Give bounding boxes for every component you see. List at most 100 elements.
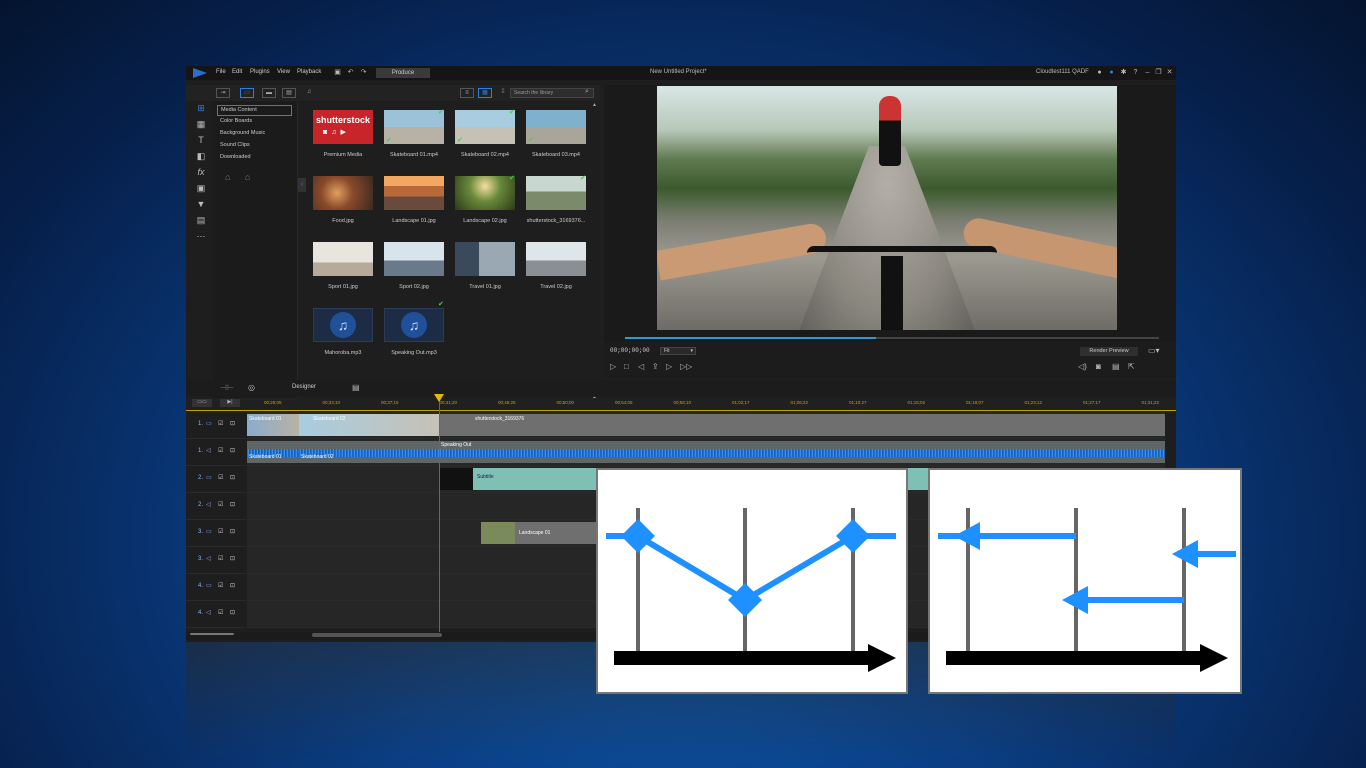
lock-icon[interactable]: ⊡ bbox=[230, 447, 235, 454]
media-room-icon[interactable]: ⊞ bbox=[195, 102, 207, 114]
lock-icon[interactable]: ⊡ bbox=[230, 501, 235, 508]
track-header-video-4[interactable]: 4. ▭ ☑ ⊡ bbox=[186, 574, 246, 601]
timeline-clip[interactable]: Skateboard 01 bbox=[247, 441, 299, 463]
media-thumb-premium[interactable]: shutterstock ◙♫▶ bbox=[313, 110, 373, 144]
storyboard-icon[interactable]: ▤ bbox=[352, 383, 360, 392]
undo-icon[interactable]: ↶ bbox=[346, 68, 355, 77]
checkbox-icon[interactable]: ☑ bbox=[218, 528, 223, 535]
playhead[interactable] bbox=[434, 394, 444, 638]
timeline-clip[interactable]: Skateboard 01 bbox=[247, 414, 299, 436]
account-icon[interactable]: ● bbox=[1095, 68, 1104, 77]
user-name[interactable]: Cloudtest111 QADF bbox=[1036, 69, 1089, 75]
search-input[interactable]: Search the library bbox=[510, 88, 594, 98]
timeline-clip[interactable]: Skateboard 02 bbox=[299, 441, 439, 463]
more-icon[interactable]: ⋯ bbox=[195, 230, 207, 242]
tree-color-boards[interactable]: Color Boards bbox=[217, 117, 290, 126]
fit-select[interactable]: Fit ▾ bbox=[660, 347, 696, 355]
undock-icon[interactable]: ⇱ bbox=[1128, 362, 1135, 371]
media-thumb-skate2[interactable] bbox=[455, 110, 515, 144]
menu-plugins[interactable]: Plugins bbox=[250, 69, 270, 75]
media-thumb-sport2[interactable] bbox=[384, 242, 444, 276]
volume-icon[interactable]: ◁) bbox=[1078, 362, 1087, 371]
lock-icon[interactable]: ⊡ bbox=[230, 528, 235, 535]
subtitle-icon[interactable]: ▤ bbox=[1112, 362, 1120, 371]
checkbox-icon[interactable]: ☑ bbox=[218, 582, 223, 589]
title-room-icon[interactable]: T bbox=[195, 134, 207, 146]
snapshot-icon[interactable]: ◙ bbox=[1096, 362, 1101, 371]
template-room-icon[interactable]: ▦ bbox=[195, 118, 207, 130]
media-thumb-food[interactable] bbox=[313, 176, 373, 210]
scroll-thumb[interactable] bbox=[312, 633, 442, 637]
effect-room-icon[interactable]: fx bbox=[195, 166, 207, 178]
track-header-audio-1[interactable]: 1. ◁ ☑ ⊡ bbox=[186, 439, 246, 466]
track-lane-video-1[interactable]: Skateboard 01 Skateboard 02 shutterstock… bbox=[247, 412, 1165, 439]
next-frame-icon[interactable]: ▷ bbox=[666, 362, 672, 371]
subtitle-room-icon[interactable]: ▤ bbox=[195, 214, 207, 226]
checkbox-icon[interactable]: ☑ bbox=[218, 447, 223, 454]
fit-timeline-icon[interactable]: ▶| bbox=[220, 399, 240, 407]
save-icon[interactable]: ▣ bbox=[333, 68, 342, 77]
export-frame-icon[interactable]: ⇪ bbox=[652, 362, 659, 371]
lock-icon[interactable]: ⊡ bbox=[230, 582, 235, 589]
pip-room-icon[interactable]: ▣ bbox=[195, 182, 207, 194]
gear-icon[interactable]: ✱ bbox=[1119, 68, 1128, 77]
media-thumb-shutterstock[interactable] bbox=[526, 176, 586, 210]
lock-icon[interactable]: ⊡ bbox=[230, 609, 235, 616]
tree-media-content[interactable]: Media Content bbox=[217, 105, 292, 116]
timeline-clip[interactable]: Skateboard 02 bbox=[299, 414, 439, 436]
checkbox-icon[interactable]: ☑ bbox=[218, 609, 223, 616]
menu-playback[interactable]: Playback bbox=[297, 69, 321, 75]
media-thumb-skate1[interactable] bbox=[384, 110, 444, 144]
timeline-clip[interactable]: shutterstock_3169376 bbox=[439, 414, 1165, 436]
tree-tag-icons[interactable]: ⌂ ⌂ bbox=[225, 172, 256, 182]
media-thumb-sport1[interactable] bbox=[313, 242, 373, 276]
grid-view-icon[interactable]: ▦ bbox=[478, 88, 492, 98]
preview-scrub-bar[interactable] bbox=[625, 337, 1159, 339]
track-header-audio-2[interactable]: 2. ◁ ☑ ⊡ bbox=[186, 493, 246, 520]
checkbox-icon[interactable]: ☑ bbox=[218, 501, 223, 508]
lock-icon[interactable]: ⊡ bbox=[230, 420, 235, 427]
particle-room-icon[interactable]: ▼ bbox=[195, 198, 207, 210]
close-icon[interactable]: ✕ bbox=[1165, 68, 1174, 77]
filter-video-icon[interactable]: ▬ bbox=[262, 88, 276, 98]
tree-sound-clips[interactable]: Sound Clips bbox=[217, 141, 290, 150]
checkbox-icon[interactable]: ☑ bbox=[218, 474, 223, 481]
redo-icon[interactable]: ↷ bbox=[359, 68, 368, 77]
track-header-video-3[interactable]: 3. ▭ ☑ ⊡ bbox=[186, 520, 246, 547]
preview-video[interactable] bbox=[657, 86, 1117, 330]
produce-button[interactable]: Produce bbox=[376, 68, 430, 78]
transition-room-icon[interactable]: ◧ bbox=[195, 150, 207, 162]
split-icon[interactable]: ⊣⊢ bbox=[220, 383, 234, 392]
cloud-icon[interactable]: ● bbox=[1107, 68, 1116, 77]
filter-all-icon[interactable]: ▭ bbox=[240, 88, 254, 98]
track-lane-audio-1[interactable]: Skateboard 01 Skateboard 02 Speaking Out bbox=[247, 439, 1165, 466]
large-grid-icon[interactable]: ⁞⁞ bbox=[496, 88, 510, 98]
media-thumb-skate3[interactable] bbox=[526, 110, 586, 144]
track-header-video-1[interactable]: 1. ▭ ☑ ⊡ bbox=[186, 412, 246, 439]
timeline-ruler[interactable]: ▭▭ ▶| 00;29;05 00;33;10 00;37;15 00;41;20 00… bbox=[186, 398, 1176, 411]
minimize-icon[interactable]: – bbox=[1143, 68, 1152, 77]
designer-button[interactable]: Designer bbox=[292, 384, 316, 390]
lock-icon[interactable]: ⊡ bbox=[230, 555, 235, 562]
tree-downloaded[interactable]: Downloaded bbox=[217, 153, 290, 162]
media-thumb-travel1[interactable] bbox=[455, 242, 515, 276]
filter-image-icon[interactable]: ▤ bbox=[282, 88, 296, 98]
library-scrollbar[interactable]: ▲ ▼ bbox=[590, 102, 598, 402]
list-view-icon[interactable]: ≡ bbox=[460, 88, 474, 98]
timeline-clip[interactable]: Speaking Out bbox=[439, 441, 1165, 463]
checkbox-icon[interactable]: ☑ bbox=[218, 420, 223, 427]
timecode[interactable]: 00;00;00;00 bbox=[610, 347, 650, 354]
media-thumb-landscape1[interactable] bbox=[384, 176, 444, 210]
media-thumb-travel2[interactable] bbox=[526, 242, 586, 276]
media-thumb-mahoroba[interactable]: ♫ bbox=[313, 308, 373, 342]
menu-file[interactable]: File bbox=[216, 69, 226, 75]
track-header-audio-4[interactable]: 4. ◁ ☑ ⊡ bbox=[186, 601, 246, 628]
lock-icon[interactable]: ⊡ bbox=[230, 474, 235, 481]
tools-icon[interactable]: ◎ bbox=[248, 383, 255, 392]
play-icon[interactable]: ▷ bbox=[610, 362, 616, 371]
restore-icon[interactable]: ❐ bbox=[1154, 68, 1163, 77]
media-thumb-landscape2[interactable] bbox=[455, 176, 515, 210]
render-preview-button[interactable]: Render Preview bbox=[1080, 347, 1138, 356]
stop-icon[interactable]: □ bbox=[624, 362, 629, 371]
menu-view[interactable]: View bbox=[277, 69, 290, 75]
